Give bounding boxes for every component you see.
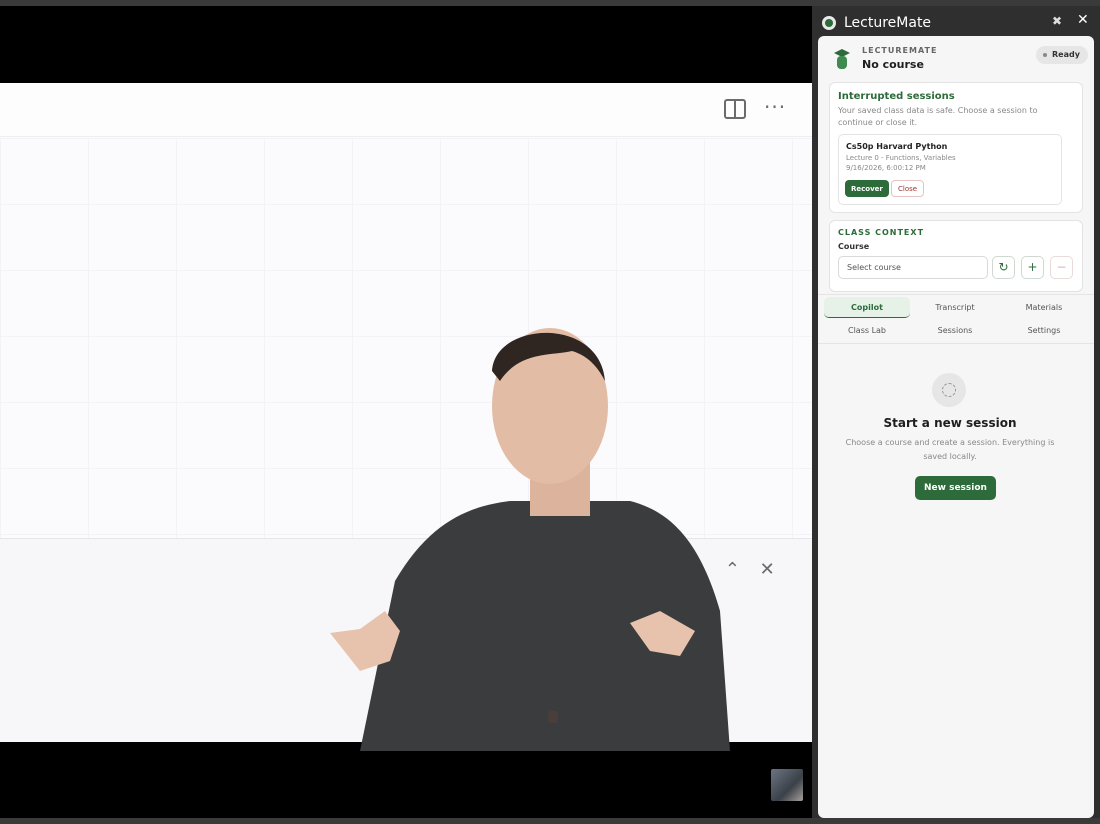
- interrupted-sessions-card: Interrupted sessions Your saved class da…: [829, 82, 1083, 213]
- class-context-card: CLASS CONTEXT Course Select course ↻ + −: [829, 220, 1083, 292]
- tab-bar: Copilot Transcript Materials Class Lab S…: [818, 294, 1094, 344]
- course-label: Course: [838, 242, 870, 251]
- more-options-icon: ···: [764, 95, 787, 119]
- tab-transcript[interactable]: Transcript: [912, 297, 998, 318]
- new-session-button[interactable]: New session: [915, 476, 996, 500]
- course-select[interactable]: Select course: [838, 256, 988, 279]
- app-logo-icon: [822, 16, 836, 30]
- pin-icon[interactable]: ✖: [1052, 14, 1062, 28]
- tab-class-lab[interactable]: Class Lab: [824, 320, 910, 341]
- interrupted-title: Interrupted sessions: [838, 91, 955, 102]
- refresh-courses-button[interactable]: ↻: [992, 256, 1015, 279]
- session-timestamp: 9/16/2026, 6:00:12 PM: [846, 164, 926, 172]
- close-icon[interactable]: ✕: [1077, 12, 1089, 28]
- session-item: Cs50p Harvard Python Lecture 0 - Functio…: [838, 134, 1062, 205]
- panel-title-bar: LectureMate: [822, 12, 931, 34]
- close-x-icon: ✕: [759, 559, 775, 580]
- interrupted-subtitle: Your saved class data is safe. Choose a …: [838, 106, 1038, 127]
- panel-card: LECTUREMATE No course Ready Interrupted …: [818, 36, 1094, 818]
- remove-course-button[interactable]: −: [1050, 256, 1073, 279]
- empty-state-title: Start a new session: [883, 416, 1017, 430]
- session-name: Cs50p Harvard Python: [846, 142, 948, 151]
- panel-header: LECTUREMATE No course Ready: [818, 36, 1094, 80]
- tab-sessions[interactable]: Sessions: [912, 320, 998, 341]
- bottom-edge-bar: [0, 818, 1100, 824]
- empty-state-subtitle: Choose a course and create a session. Ev…: [845, 438, 1055, 461]
- brand-label: LECTUREMATE: [862, 46, 938, 55]
- presenter-figure: [330, 328, 730, 751]
- current-course: No course: [862, 58, 924, 71]
- session-lecture: Lecture 0 - Functions, Variables: [846, 154, 956, 162]
- split-view-icon: [724, 99, 746, 119]
- tab-settings[interactable]: Settings: [1001, 320, 1087, 341]
- picture-in-picture-thumbnail[interactable]: [771, 769, 803, 801]
- close-session-button[interactable]: Close: [891, 180, 925, 197]
- app-title: LectureMate: [844, 15, 932, 31]
- tab-materials[interactable]: Materials: [1001, 297, 1087, 318]
- video-player[interactable]: ··· ⌄ ⌃ ✕: [0, 6, 812, 818]
- status-badge: Ready: [1036, 46, 1088, 64]
- loading-spinner-icon: [932, 373, 966, 407]
- lecturemate-panel: LectureMate ✖ ✕ LECTUREMATE No course Re…: [812, 6, 1100, 824]
- video-browser-toolbar: ···: [0, 83, 812, 137]
- recover-button[interactable]: Recover: [845, 180, 889, 197]
- tab-copilot[interactable]: Copilot: [824, 297, 910, 318]
- graduation-cap-icon: [834, 49, 850, 69]
- class-context-title: CLASS CONTEXT: [838, 228, 925, 237]
- add-course-button[interactable]: +: [1021, 256, 1044, 279]
- screen-root: ··· ⌄ ⌃ ✕ Lec: [0, 0, 1100, 824]
